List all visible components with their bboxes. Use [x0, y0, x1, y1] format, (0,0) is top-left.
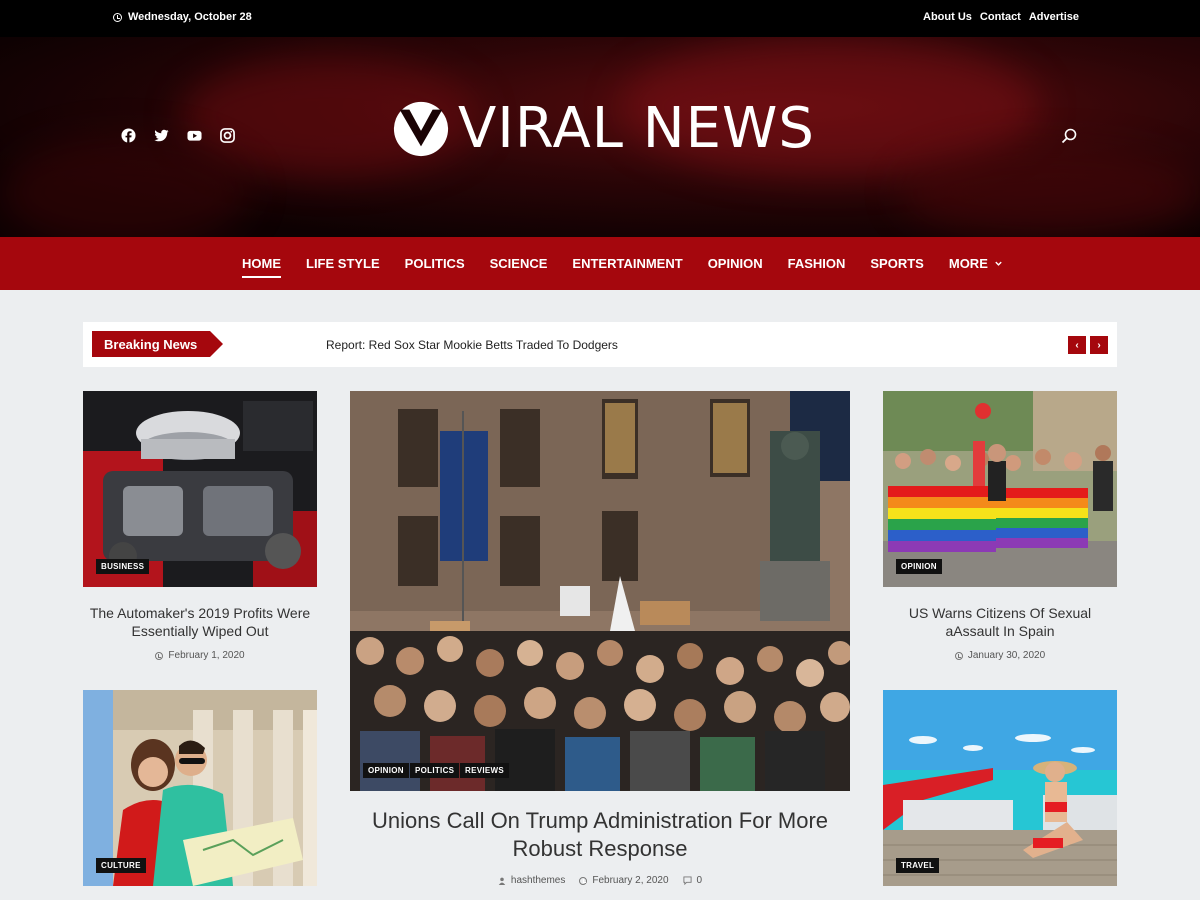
top-links: About Us Contact Advertise	[923, 11, 1079, 23]
logo-mark-icon	[393, 101, 449, 157]
featured-author[interactable]: hashthemes	[498, 875, 565, 886]
twitter-icon[interactable]	[154, 128, 169, 143]
nav-politics[interactable]: POLITICS	[405, 256, 465, 271]
main-nav: HOME LIFE STYLE POLITICS SCIENCE ENTERTA…	[0, 237, 1200, 290]
card-image-pride[interactable]: OPINION	[883, 391, 1117, 587]
card-title[interactable]: The Automaker's 2019 Profits Were Essent…	[83, 604, 317, 640]
user-icon	[498, 877, 506, 885]
nav-fashion[interactable]: FASHION	[788, 256, 846, 271]
youtube-icon[interactable]	[187, 128, 202, 143]
nav-opinion[interactable]: OPINION	[708, 256, 763, 271]
nav-entertainment[interactable]: ENTERTAINMENT	[572, 256, 682, 271]
clock-icon	[113, 12, 122, 22]
category-badge[interactable]: OPINION	[896, 559, 942, 574]
breaking-news-label: Breaking News	[92, 331, 223, 357]
logo-text: VIRAL NEWS	[458, 96, 815, 161]
clock-icon	[579, 876, 588, 885]
featured-title[interactable]: Unions Call On Trump Administration For …	[350, 807, 850, 863]
featured-author-name: hashthemes	[510, 875, 566, 886]
search-icon[interactable]	[1061, 128, 1077, 144]
social-links	[121, 128, 235, 143]
advertise-link[interactable]: Advertise	[1029, 11, 1079, 23]
chevron-down-icon	[995, 261, 1002, 266]
card-image-beach[interactable]: TRAVEL	[883, 690, 1117, 886]
category-badge[interactable]: TRAVEL	[896, 858, 940, 873]
current-date: Wednesday, October 28	[113, 11, 252, 23]
category-badge[interactable]: CULTURE	[96, 858, 146, 873]
about-us-link[interactable]: About Us	[923, 11, 972, 23]
card-date: February 1, 2020	[83, 650, 317, 661]
featured-comments[interactable]: 0	[682, 875, 703, 886]
clock-icon	[954, 651, 963, 660]
nav-more[interactable]: MORE	[949, 256, 1003, 271]
breaking-news-ticker: Breaking News Report: Red Sox Star Mooki…	[83, 322, 1117, 367]
facebook-icon[interactable]	[121, 128, 136, 143]
featured-meta: hashthemes February 2, 2020 0	[350, 875, 850, 886]
date-text: Wednesday, October 28	[128, 11, 252, 23]
comment-icon	[682, 876, 692, 885]
category-badge-opinion[interactable]: OPINION	[363, 763, 409, 778]
site-header: VIRAL NEWS	[0, 37, 1200, 237]
ticker-controls: ‹ ›	[1068, 336, 1108, 354]
nav-more-label: MORE	[948, 256, 988, 271]
site-logo[interactable]: VIRAL NEWS	[392, 100, 815, 158]
category-badge[interactable]: BUSINESS	[96, 559, 150, 574]
category-badge-politics[interactable]: POLITICS	[410, 763, 460, 778]
card-date-text: February 1, 2020	[168, 650, 245, 661]
nav-home[interactable]: HOME	[242, 256, 281, 278]
top-bar: Wednesday, October 28 About Us Contact A…	[0, 0, 1200, 37]
featured-date-text: February 2, 2020	[592, 875, 669, 886]
nav-sports[interactable]: SPORTS	[870, 256, 923, 271]
card-date-text: January 30, 2020	[967, 650, 1046, 661]
clock-icon	[155, 651, 164, 660]
card-title[interactable]: US Warns Citizens Of Sexual aAssault In …	[883, 604, 1117, 640]
ticker-prev-button[interactable]: ‹	[1068, 336, 1086, 354]
nav-life-style[interactable]: LIFE STYLE	[306, 256, 380, 271]
ticker-next-button[interactable]: ›	[1090, 336, 1108, 354]
category-badge-reviews[interactable]: REVIEWS	[460, 763, 509, 778]
featured-image-protest[interactable]: OPINION POLITICS REVIEWS	[350, 391, 850, 791]
instagram-icon[interactable]	[220, 128, 235, 143]
contact-link[interactable]: Contact	[980, 11, 1021, 23]
nav-science[interactable]: SCIENCE	[490, 256, 548, 271]
featured-comment-count: 0	[696, 875, 703, 886]
card-image-couple[interactable]: CULTURE	[83, 690, 317, 886]
card-image-engine[interactable]: BUSINESS	[83, 391, 317, 587]
featured-date: February 2, 2020	[579, 875, 669, 886]
card-date: January 30, 2020	[883, 650, 1117, 661]
breaking-headline[interactable]: Report: Red Sox Star Mookie Betts Traded…	[326, 338, 618, 352]
